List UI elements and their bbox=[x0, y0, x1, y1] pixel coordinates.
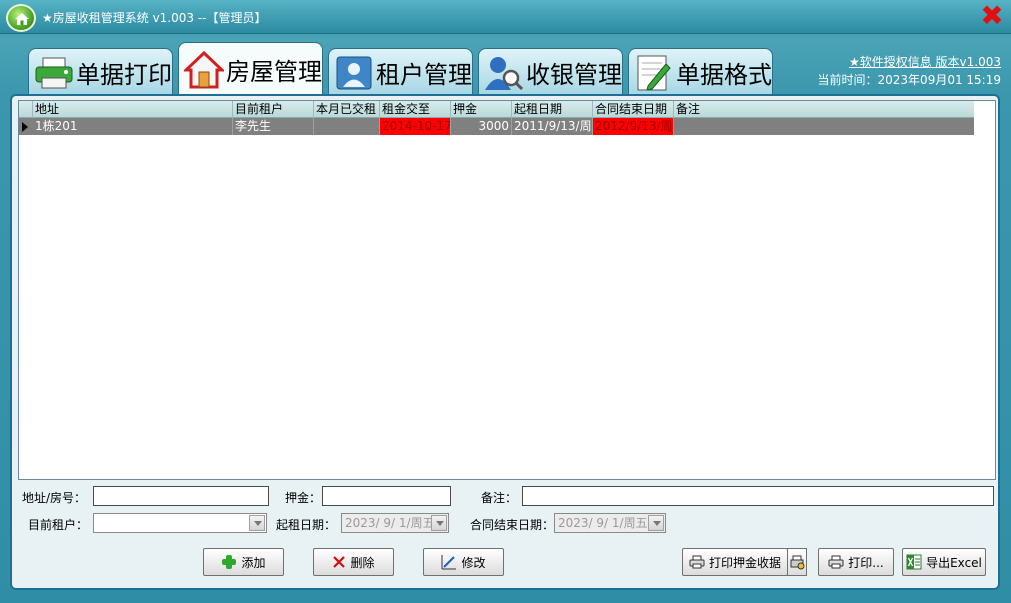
add-button-label: 添加 bbox=[241, 555, 266, 570]
person-search-icon bbox=[483, 53, 524, 93]
start-date-picker[interactable]: 2023/ 9/ 1/周五 bbox=[341, 513, 449, 533]
delete-button[interactable]: 删除 bbox=[313, 548, 394, 576]
column-header[interactable]: 本月已交租 bbox=[314, 101, 380, 118]
document-edit-icon bbox=[633, 53, 674, 93]
cell-start-date[interactable]: 2011/9/13/周 bbox=[512, 118, 593, 135]
column-header[interactable]: 合同结束日期 bbox=[593, 101, 674, 118]
tab-label: 单据格式 bbox=[676, 61, 772, 89]
print-button[interactable]: 打印... bbox=[818, 548, 894, 576]
close-icon[interactable]: ✖ bbox=[978, 2, 1006, 30]
home-icon[interactable] bbox=[6, 4, 36, 32]
column-header[interactable]: 地址 bbox=[33, 101, 233, 118]
title-bar: ★房屋收租管理系统 v1.003 --【管理员】 ✖ bbox=[0, 0, 1011, 34]
add-button[interactable]: 添加 bbox=[203, 548, 284, 576]
address-input[interactable] bbox=[93, 486, 269, 506]
deposit-label: 押金： bbox=[285, 491, 322, 505]
row-header-corner bbox=[19, 101, 33, 118]
print-deposit-receipt-button[interactable]: 打印押金收据 bbox=[682, 548, 788, 576]
printer-icon bbox=[33, 53, 74, 93]
tenant-label: 目前租户： bbox=[28, 518, 89, 532]
remark-label: 备注： bbox=[481, 491, 518, 505]
current-time: 当前时间：2023年09月01 15:19 bbox=[817, 73, 1001, 87]
tab-receipt-print[interactable]: 单据打印 bbox=[28, 48, 173, 96]
edit-chart-icon bbox=[441, 554, 457, 570]
export-excel-button[interactable]: 导出Excel bbox=[902, 548, 986, 576]
print-settings-button[interactable] bbox=[787, 548, 807, 576]
print-deposit-button-label: 打印押金收据 bbox=[708, 555, 781, 570]
tab-house-management[interactable]: 房屋管理 bbox=[178, 42, 323, 96]
tab-label: 房屋管理 bbox=[226, 58, 322, 86]
column-header[interactable]: 租金交至 bbox=[380, 101, 451, 118]
column-header[interactable]: 目前租户 bbox=[233, 101, 314, 118]
chevron-down-icon[interactable] bbox=[648, 515, 664, 531]
window-title: ★房屋收租管理系统 v1.003 --【管理员】 bbox=[42, 11, 267, 25]
tab-label: 收银管理 bbox=[526, 61, 622, 89]
tab-receipt-format[interactable]: 单据格式 bbox=[628, 48, 773, 96]
tab-tenant-management[interactable]: 租户管理 bbox=[328, 48, 473, 96]
address-label: 地址/房号： bbox=[22, 491, 87, 505]
row-pointer-icon bbox=[22, 122, 28, 132]
person-icon bbox=[333, 53, 374, 93]
house-icon bbox=[183, 50, 224, 90]
cell-paid-this-month[interactable] bbox=[314, 118, 380, 135]
modify-button-label: 修改 bbox=[461, 555, 486, 570]
table-row[interactable]: 1栋201 李先生 2014-10-17 3000 2011/9/13/周 20… bbox=[19, 118, 974, 135]
cell-address[interactable]: 1栋201 bbox=[33, 118, 233, 135]
end-date-value: 2023/ 9/ 1/周五 bbox=[558, 516, 648, 530]
tenant-select[interactable] bbox=[93, 513, 267, 533]
tab-label: 租户管理 bbox=[376, 61, 472, 89]
plus-icon bbox=[221, 554, 237, 570]
modify-button[interactable]: 修改 bbox=[423, 548, 504, 576]
column-header[interactable]: 起租日期 bbox=[512, 101, 593, 118]
end-date-picker[interactable]: 2023/ 9/ 1/周五 bbox=[554, 513, 666, 533]
x-icon bbox=[332, 555, 346, 569]
tab-label: 单据打印 bbox=[76, 61, 172, 89]
column-header[interactable]: 押金 bbox=[451, 101, 512, 118]
end-date-label: 合同结束日期： bbox=[470, 518, 555, 532]
cell-rent-paid-until[interactable]: 2014-10-17 bbox=[380, 118, 451, 135]
cell-contract-end[interactable]: 2012/9/13/周 bbox=[593, 118, 674, 135]
printer-settings-icon bbox=[790, 555, 805, 573]
tab-cashier-management[interactable]: 收银管理 bbox=[478, 48, 623, 96]
print-button-label: 打印... bbox=[848, 555, 884, 570]
printer-icon bbox=[828, 555, 844, 569]
chevron-down-icon[interactable] bbox=[249, 515, 265, 531]
export-excel-button-label: 导出Excel bbox=[926, 555, 982, 570]
main-window: ★房屋收租管理系统 v1.003 --【管理员】 ✖ 单据打印 房屋管理 租户管… bbox=[0, 0, 1011, 603]
remark-input[interactable] bbox=[522, 486, 994, 506]
printer-icon bbox=[689, 555, 705, 569]
start-date-value: 2023/ 9/ 1/周五 bbox=[345, 516, 435, 530]
cell-remark[interactable] bbox=[674, 118, 974, 135]
grid-header: 地址 目前租户 本月已交租 租金交至 押金 起租日期 合同结束日期 备注 bbox=[19, 101, 974, 118]
start-date-label: 起租日期： bbox=[276, 518, 337, 532]
house-management-panel: 地址 目前租户 本月已交租 租金交至 押金 起租日期 合同结束日期 备注 1栋2… bbox=[10, 94, 1000, 590]
chevron-down-icon[interactable] bbox=[431, 515, 447, 531]
column-header[interactable]: 备注 bbox=[674, 101, 974, 118]
cell-deposit[interactable]: 3000 bbox=[451, 118, 512, 135]
cell-tenant[interactable]: 李先生 bbox=[233, 118, 314, 135]
deposit-input[interactable] bbox=[322, 486, 451, 506]
delete-button-label: 删除 bbox=[350, 555, 375, 570]
house-grid[interactable]: 地址 目前租户 本月已交租 租金交至 押金 起租日期 合同结束日期 备注 1栋2… bbox=[18, 100, 996, 480]
license-info-link[interactable]: ★软件授权信息 版本v1.003 bbox=[849, 53, 1001, 70]
excel-icon bbox=[906, 554, 922, 570]
